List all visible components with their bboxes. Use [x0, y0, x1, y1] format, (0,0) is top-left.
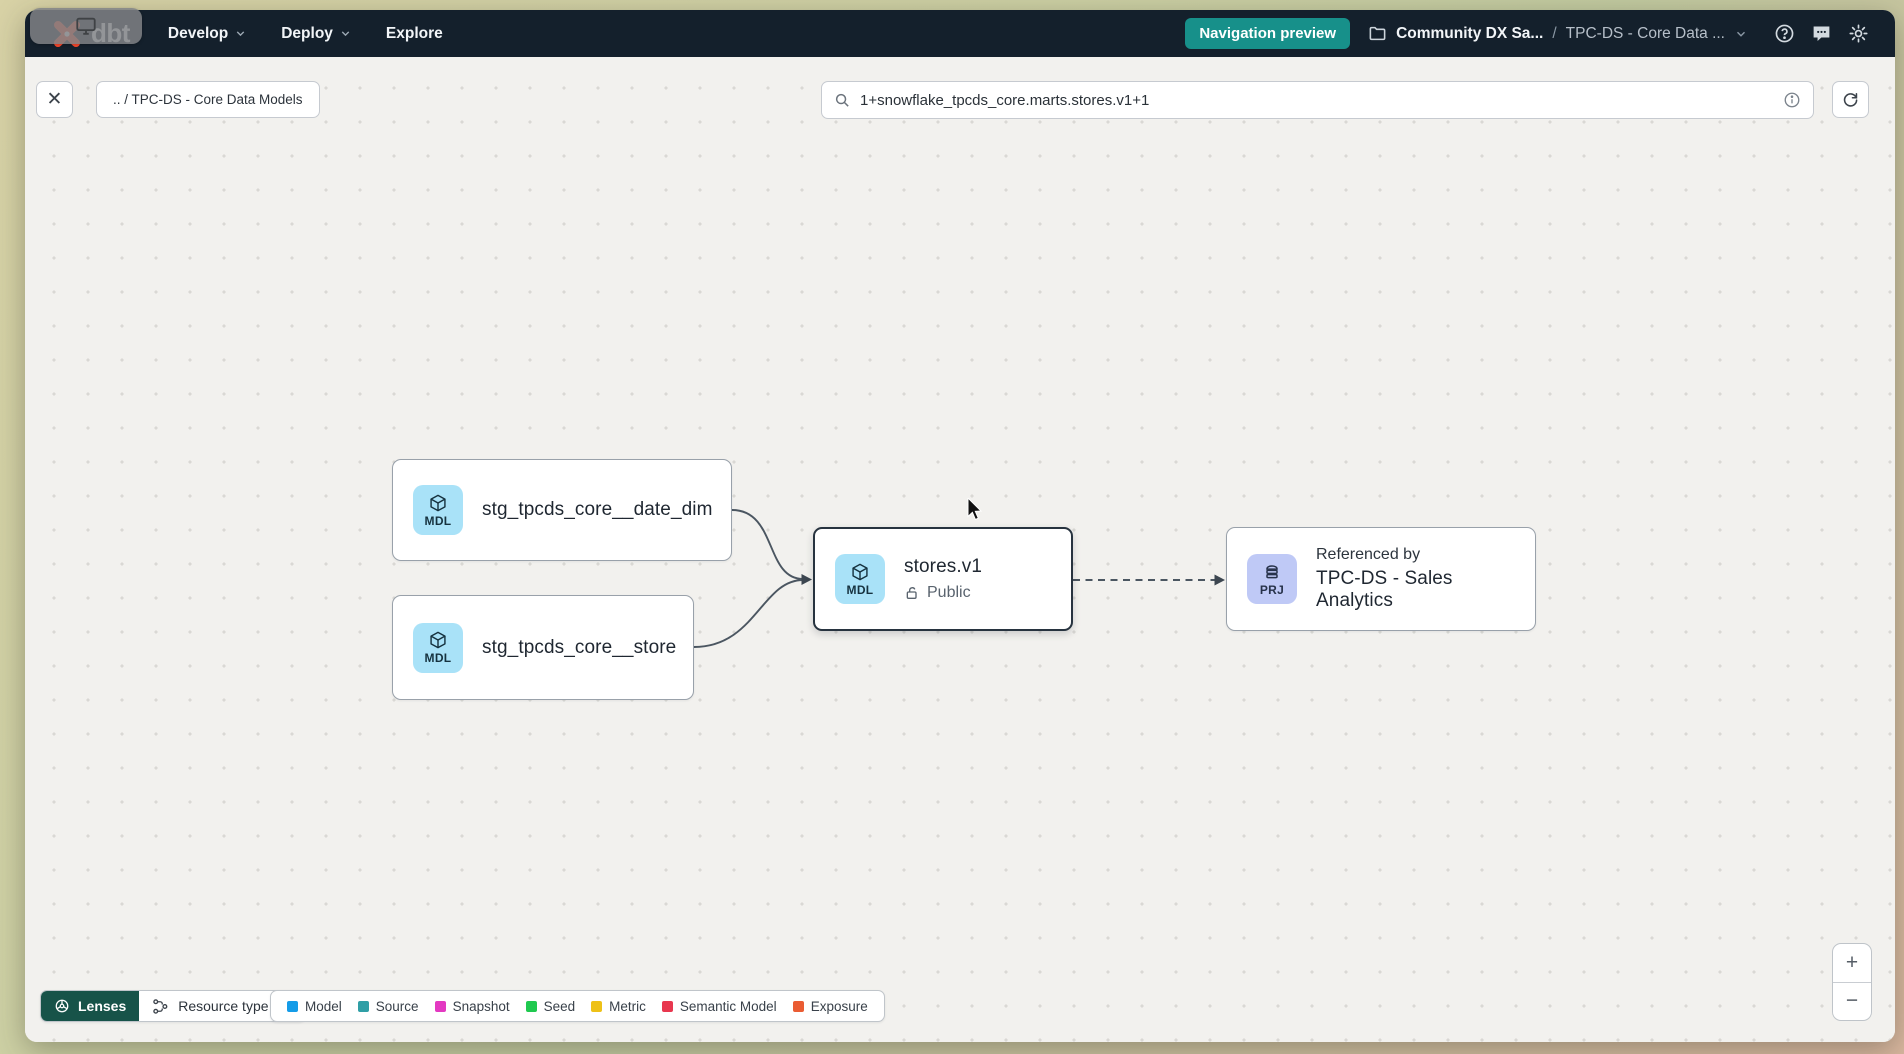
- breadcrumb: Community DX Sa... / TPC-DS - Core Data …: [1368, 24, 1748, 43]
- node-title: stores.v1: [904, 556, 982, 578]
- nav-menu: Develop Deploy Explore: [168, 25, 443, 43]
- node-title: stg_tpcds_core__store: [482, 637, 676, 659]
- legend-swatch: [287, 1001, 298, 1012]
- legend-label: Source: [376, 999, 419, 1014]
- folder-icon: [1368, 24, 1387, 43]
- legend-label: Model: [305, 999, 342, 1014]
- legend-item: Seed: [526, 999, 576, 1014]
- access-label: Public: [927, 584, 971, 602]
- zoom-controls: + −: [1832, 943, 1872, 1021]
- legend-label: Semantic Model: [680, 999, 777, 1014]
- screen-share-indicator[interactable]: [30, 8, 142, 44]
- model-badge: MDL: [413, 623, 463, 673]
- monitor-icon: [75, 15, 97, 37]
- stack-icon: [1262, 562, 1282, 582]
- model-badge: MDL: [835, 554, 885, 604]
- access-row: Public: [904, 584, 982, 602]
- lenses-button[interactable]: Lenses: [41, 991, 139, 1021]
- legend-swatch: [526, 1001, 537, 1012]
- path-breadcrumb-chip[interactable]: .. / TPC-DS - Core Data Models: [96, 81, 320, 118]
- navigation-preview-badge[interactable]: Navigation preview: [1185, 18, 1350, 49]
- chevron-down-icon: [339, 27, 352, 40]
- navbar-icons: [1774, 23, 1869, 44]
- view-controls: Lenses Resource type: [40, 990, 306, 1022]
- node-title: stg_tpcds_core__date_dim: [482, 499, 713, 521]
- zoom-in-button[interactable]: +: [1833, 944, 1871, 983]
- chevron-down-icon[interactable]: [1734, 27, 1748, 41]
- gear-icon[interactable]: [1848, 23, 1869, 44]
- legend-item: Metric: [591, 999, 646, 1014]
- node-pretitle: Referenced by: [1316, 546, 1515, 564]
- lineage-search: [821, 81, 1814, 119]
- legend-swatch: [793, 1001, 804, 1012]
- node-stores-v1[interactable]: MDL stores.v1 Public: [813, 527, 1073, 631]
- zoom-out-button[interactable]: −: [1833, 983, 1871, 1021]
- badge-label: MDL: [425, 514, 452, 528]
- model-badge: MDL: [413, 485, 463, 535]
- node-stg-tpcds-core-store[interactable]: MDL stg_tpcds_core__store: [392, 595, 694, 700]
- info-icon[interactable]: [1783, 91, 1801, 109]
- legend-swatch: [662, 1001, 673, 1012]
- help-icon[interactable]: [1774, 23, 1795, 44]
- breadcrumb-project[interactable]: Community DX Sa...: [1396, 25, 1543, 43]
- navbar-right: Navigation preview Community DX Sa... / …: [1185, 18, 1869, 49]
- cube-icon: [428, 630, 448, 650]
- breadcrumb-separator: /: [1552, 25, 1556, 43]
- refresh-button[interactable]: [1832, 81, 1869, 118]
- legend-item: Exposure: [793, 999, 868, 1014]
- refresh-icon: [1841, 90, 1860, 109]
- badge-label: MDL: [425, 651, 452, 665]
- resource-graph-icon: [152, 998, 169, 1015]
- legend-swatch: [435, 1001, 446, 1012]
- cube-icon: [428, 493, 448, 513]
- breadcrumb-context[interactable]: TPC-DS - Core Data ...: [1566, 25, 1725, 43]
- cube-icon: [850, 562, 870, 582]
- legend: Model Source Snapshot Seed Metric Semantic Mo…: [270, 990, 885, 1022]
- project-badge: PRJ: [1247, 554, 1297, 604]
- badge-label: PRJ: [1260, 583, 1284, 597]
- nav-item-explore[interactable]: Explore: [386, 25, 443, 43]
- feedback-icon[interactable]: [1811, 23, 1832, 44]
- nav-item-develop[interactable]: Develop: [168, 25, 247, 43]
- legend-item: Source: [358, 999, 419, 1014]
- badge-label: MDL: [847, 583, 874, 597]
- top-navbar: dbt Develop Deploy Explore Navigation pr…: [25, 10, 1895, 57]
- unlock-icon: [904, 585, 920, 601]
- legend-item: Semantic Model: [662, 999, 777, 1014]
- legend-item: Snapshot: [435, 999, 510, 1014]
- node-tpcds-sales-analytics[interactable]: PRJ Referenced by TPC-DS - Sales Analyti…: [1226, 527, 1536, 631]
- legend-label: Snapshot: [453, 999, 510, 1014]
- node-stg-tpcds-core-date-dim[interactable]: MDL stg_tpcds_core__date_dim: [392, 459, 732, 561]
- lens-aperture-icon: [54, 998, 70, 1014]
- legend-swatch: [591, 1001, 602, 1012]
- search-icon: [834, 92, 851, 109]
- close-button[interactable]: ✕: [36, 81, 73, 118]
- app-window: dbt Develop Deploy Explore Navigation pr…: [25, 10, 1895, 1042]
- legend-item: Model: [287, 999, 342, 1014]
- nav-item-deploy[interactable]: Deploy: [281, 25, 352, 43]
- legend-swatch: [358, 1001, 369, 1012]
- legend-label: Seed: [544, 999, 576, 1014]
- search-input[interactable]: [860, 92, 1774, 109]
- chevron-down-icon: [234, 27, 247, 40]
- legend-label: Exposure: [811, 999, 868, 1014]
- legend-label: Metric: [609, 999, 646, 1014]
- node-title: TPC-DS - Sales Analytics: [1316, 568, 1515, 612]
